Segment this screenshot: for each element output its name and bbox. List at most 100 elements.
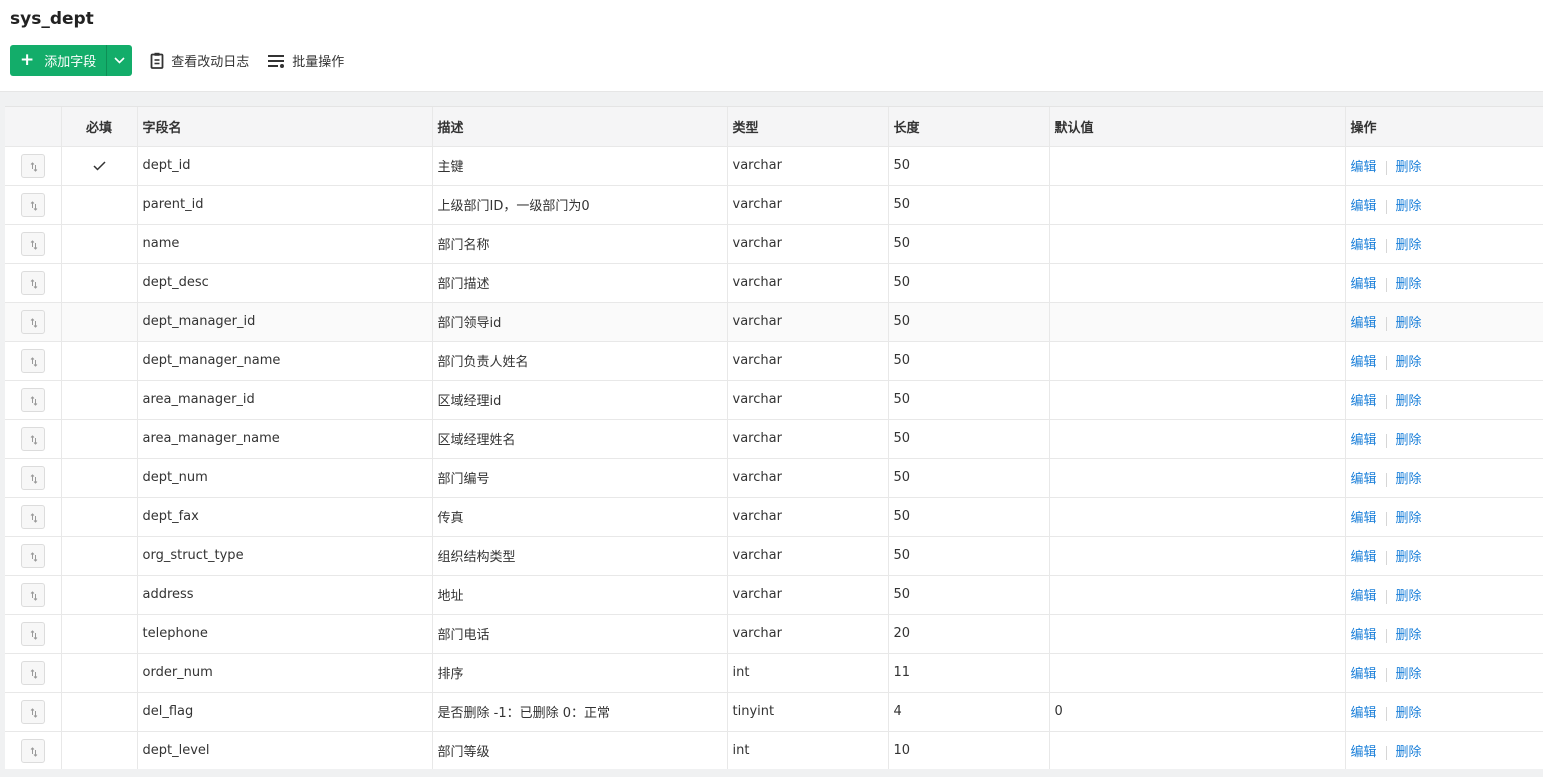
- drag-handle[interactable]: [20, 582, 45, 607]
- drag-handle[interactable]: [20, 504, 45, 529]
- sort-arrows-icon: [30, 278, 38, 289]
- edit-link[interactable]: 编辑: [1351, 706, 1377, 721]
- edit-link[interactable]: 编辑: [1351, 667, 1377, 682]
- actions-cell: 编辑 删除: [1345, 146, 1543, 186]
- length-cell: 50: [888, 302, 1050, 342]
- sort-arrows-icon: [30, 161, 38, 172]
- drag-handle[interactable]: [20, 231, 45, 256]
- default-cell: [1049, 419, 1346, 459]
- type-cell: varchar: [727, 341, 889, 381]
- edit-link[interactable]: 编辑: [1351, 628, 1377, 643]
- drag-handle[interactable]: [20, 192, 45, 217]
- drag-handle[interactable]: [20, 309, 45, 334]
- drag-handle[interactable]: [20, 426, 45, 451]
- edit-link[interactable]: 编辑: [1351, 433, 1377, 448]
- actions-cell: 编辑 删除: [1345, 302, 1543, 342]
- delete-link[interactable]: 删除: [1396, 706, 1422, 721]
- sort-arrows-icon: [30, 746, 38, 757]
- drag-handle[interactable]: [20, 621, 45, 646]
- delete-link[interactable]: 删除: [1396, 589, 1422, 604]
- sort-arrows-icon: [30, 629, 38, 640]
- description-cell: 部门名称: [432, 224, 728, 264]
- edit-link[interactable]: 编辑: [1351, 589, 1377, 604]
- description-cell: 上级部门ID，一级部门为0: [432, 185, 728, 225]
- add-field-button[interactable]: + 添加字段: [10, 45, 107, 76]
- page-header: sys_dept + 添加字段 查看改动日志 批量操作: [0, 0, 1543, 92]
- type-cell: varchar: [727, 263, 889, 303]
- sort-arrows-icon: [30, 473, 38, 484]
- drag-handle[interactable]: [20, 270, 45, 295]
- batch-operations-button[interactable]: 批量操作: [267, 51, 344, 70]
- required-cell: [61, 341, 138, 381]
- table-row: org_struct_type 组织结构类型 varchar 50 编辑 删除: [5, 536, 1543, 576]
- actions-cell: 编辑 删除: [1345, 497, 1543, 537]
- edit-link[interactable]: 编辑: [1351, 355, 1377, 370]
- type-cell: int: [727, 731, 889, 769]
- action-divider: [1385, 394, 1387, 409]
- sort-arrows-icon: [30, 668, 38, 679]
- drag-handle[interactable]: [20, 387, 45, 412]
- actions-cell: 编辑 删除: [1345, 185, 1543, 225]
- edit-link[interactable]: 编辑: [1351, 472, 1377, 487]
- delete-link[interactable]: 删除: [1396, 433, 1422, 448]
- delete-link[interactable]: 删除: [1396, 238, 1422, 253]
- description-cell: 地址: [432, 575, 728, 615]
- delete-link[interactable]: 删除: [1396, 550, 1422, 565]
- delete-link[interactable]: 删除: [1396, 355, 1422, 370]
- edit-link[interactable]: 编辑: [1351, 394, 1377, 409]
- field-name-cell: dept_desc: [137, 263, 433, 303]
- table-row: parent_id 上级部门ID，一级部门为0 varchar 50 编辑 删除: [5, 185, 1543, 225]
- drag-handle[interactable]: [20, 543, 45, 568]
- required-cell: [61, 536, 138, 576]
- edit-link[interactable]: 编辑: [1351, 199, 1377, 214]
- default-cell: [1049, 224, 1346, 264]
- drag-handle[interactable]: [20, 348, 45, 373]
- plus-icon: +: [20, 50, 35, 70]
- action-divider: [1385, 667, 1387, 682]
- actions-cell: 编辑 删除: [1345, 419, 1543, 459]
- default-cell: [1049, 653, 1346, 693]
- edit-link[interactable]: 编辑: [1351, 511, 1377, 526]
- edit-link[interactable]: 编辑: [1351, 745, 1377, 760]
- action-divider: [1385, 433, 1387, 448]
- default-cell: [1049, 263, 1346, 303]
- type-cell: varchar: [727, 614, 889, 654]
- action-divider: [1385, 316, 1387, 331]
- delete-link[interactable]: 删除: [1396, 316, 1422, 331]
- drag-cell: [5, 692, 62, 732]
- type-cell: varchar: [727, 380, 889, 420]
- delete-link[interactable]: 删除: [1396, 160, 1422, 175]
- table-body: dept_id 主键 varchar 50 编辑 删除 parent_id 上级部门ID，一级…: [5, 146, 1543, 769]
- action-divider: [1385, 472, 1387, 487]
- sort-arrows-icon: [30, 395, 38, 406]
- edit-link[interactable]: 编辑: [1351, 277, 1377, 292]
- drag-handle[interactable]: [20, 660, 45, 685]
- delete-link[interactable]: 删除: [1396, 628, 1422, 643]
- description-cell: 主键: [432, 146, 728, 186]
- edit-link[interactable]: 编辑: [1351, 160, 1377, 175]
- add-field-dropdown-button[interactable]: [106, 45, 133, 76]
- change-log-button[interactable]: 查看改动日志: [150, 51, 249, 70]
- edit-link[interactable]: 编辑: [1351, 238, 1377, 253]
- delete-link[interactable]: 删除: [1396, 745, 1422, 760]
- delete-link[interactable]: 删除: [1396, 511, 1422, 526]
- drag-handle[interactable]: [20, 738, 45, 763]
- delete-link[interactable]: 删除: [1396, 394, 1422, 409]
- delete-link[interactable]: 删除: [1396, 199, 1422, 214]
- delete-link[interactable]: 删除: [1396, 472, 1422, 487]
- table-row: dept_desc 部门描述 varchar 50 编辑 删除: [5, 263, 1543, 303]
- action-divider: [1385, 745, 1387, 760]
- delete-link[interactable]: 删除: [1396, 277, 1422, 292]
- edit-link[interactable]: 编辑: [1351, 316, 1377, 331]
- table-row: dept_id 主键 varchar 50 编辑 删除: [5, 146, 1543, 186]
- edit-link[interactable]: 编辑: [1351, 550, 1377, 565]
- description-cell: 部门负责人姓名: [432, 341, 728, 381]
- field-name-cell: dept_id: [137, 146, 433, 186]
- field-name-cell: area_manager_id: [137, 380, 433, 420]
- field-name-cell: address: [137, 575, 433, 615]
- delete-link[interactable]: 删除: [1396, 667, 1422, 682]
- table-row: area_manager_name 区域经理姓名 varchar 50 编辑 删除: [5, 419, 1543, 459]
- drag-handle[interactable]: [20, 465, 45, 490]
- drag-handle[interactable]: [20, 699, 45, 724]
- drag-handle[interactable]: [20, 153, 45, 178]
